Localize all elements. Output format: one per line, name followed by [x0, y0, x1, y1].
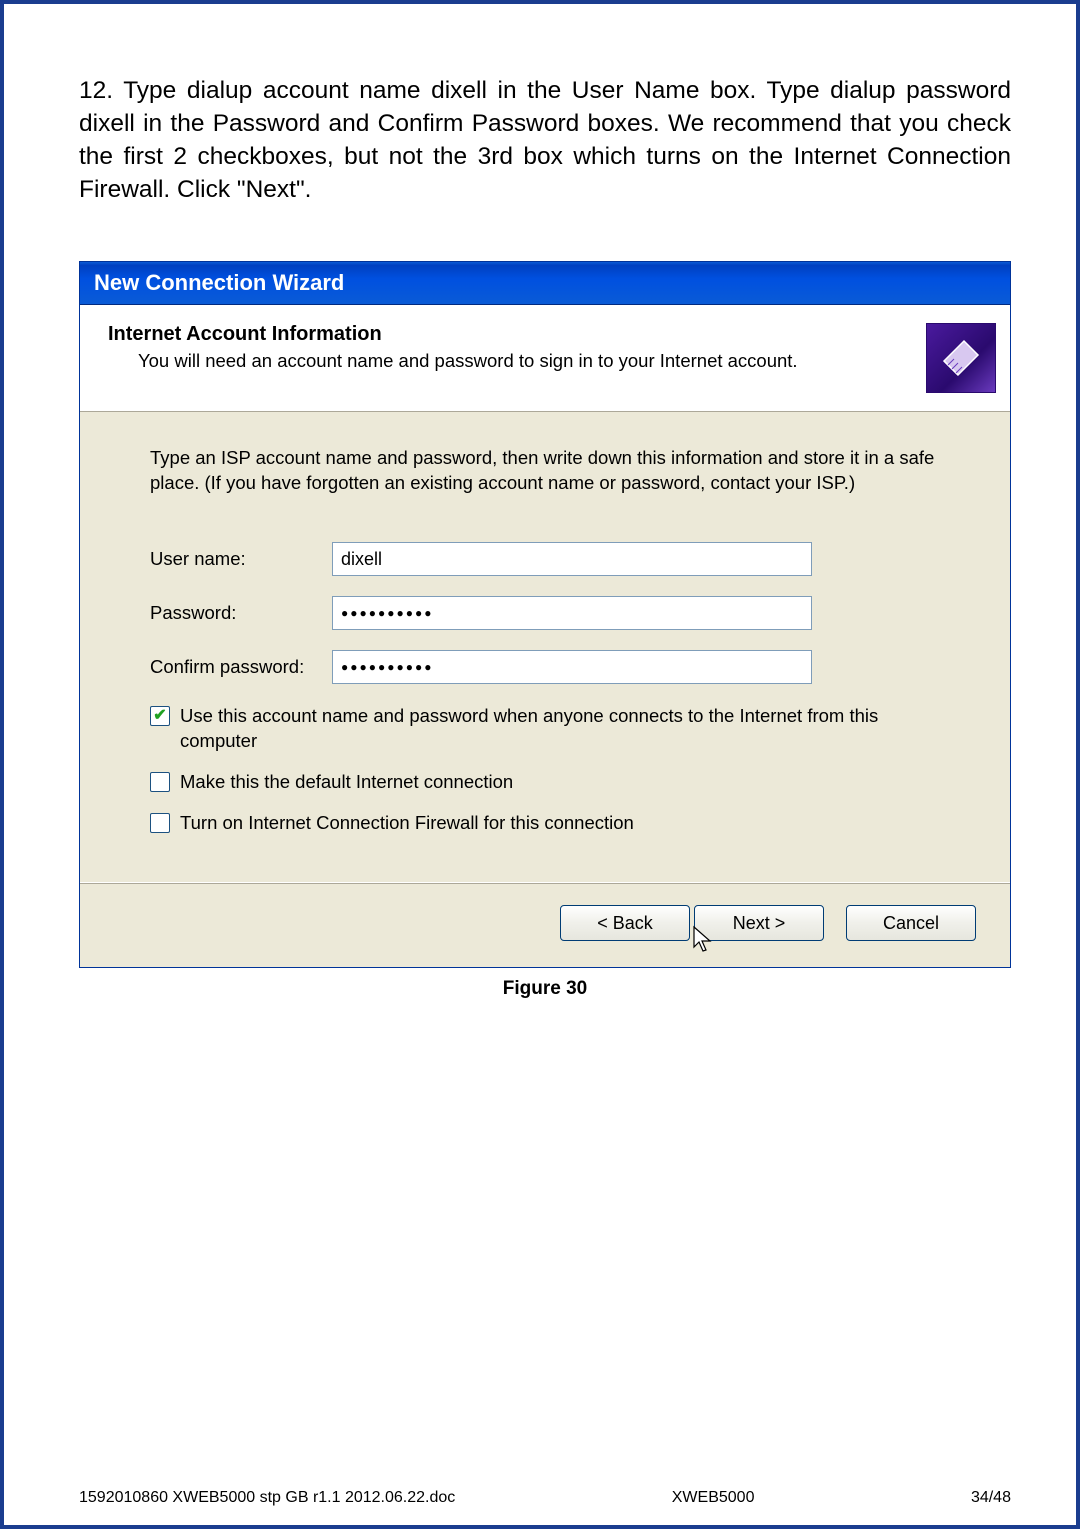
- wizard-header-title: Internet Account Information: [108, 323, 926, 346]
- instruction-paragraph: 12. Type dialup account name dixell in t…: [79, 74, 1011, 206]
- checkbox-firewall-label: Turn on Internet Connection Firewall for…: [180, 811, 634, 836]
- back-button[interactable]: < Back: [560, 905, 690, 941]
- next-button[interactable]: Next >: [694, 905, 824, 941]
- wizard-header-subtitle: You will need an account name and passwo…: [108, 350, 926, 372]
- checkbox-use-account[interactable]: ✔: [150, 706, 170, 726]
- page-footer: 1592010860 XWEB5000 stp GB r1.1 2012.06.…: [4, 1489, 1076, 1507]
- wizard-body-intro: Type an ISP account name and password, t…: [150, 446, 960, 496]
- password-label: Password:: [150, 602, 332, 624]
- confirm-password-row: Confirm password:: [150, 650, 960, 684]
- password-row: Password:: [150, 596, 960, 630]
- checkbox-firewall-row[interactable]: Turn on Internet Connection Firewall for…: [150, 811, 960, 836]
- confirm-password-input[interactable]: [332, 650, 812, 684]
- footer-right: 34/48: [971, 1489, 1011, 1507]
- checkbox-use-account-row[interactable]: ✔ Use this account name and password whe…: [150, 704, 960, 754]
- footer-center: XWEB5000: [672, 1489, 755, 1507]
- footer-left: 1592010860 XWEB5000 stp GB r1.1 2012.06.…: [79, 1489, 455, 1507]
- password-input[interactable]: [332, 596, 812, 630]
- confirm-password-label: Confirm password:: [150, 656, 332, 678]
- checkbox-firewall[interactable]: [150, 813, 170, 833]
- wizard-body: Type an ISP account name and password, t…: [80, 412, 1010, 882]
- checkbox-use-account-label: Use this account name and password when …: [180, 704, 960, 754]
- wizard-window: New Connection Wizard Internet Account I…: [79, 261, 1011, 968]
- checkbox-default-connection-row[interactable]: Make this the default Internet connectio…: [150, 770, 960, 795]
- username-row: User name:: [150, 542, 960, 576]
- wizard-header: Internet Account Information You will ne…: [80, 305, 1010, 412]
- wizard-titlebar: New Connection Wizard: [80, 262, 1010, 305]
- username-input[interactable]: [332, 542, 812, 576]
- figure-caption: Figure 30: [79, 978, 1011, 1000]
- wizard-icon: [926, 323, 996, 393]
- checkbox-default-connection-label: Make this the default Internet connectio…: [180, 770, 513, 795]
- cancel-button[interactable]: Cancel: [846, 905, 976, 941]
- wizard-footer: < Back Next > Cancel: [80, 882, 1010, 967]
- username-label: User name:: [150, 548, 332, 570]
- checkbox-default-connection[interactable]: [150, 772, 170, 792]
